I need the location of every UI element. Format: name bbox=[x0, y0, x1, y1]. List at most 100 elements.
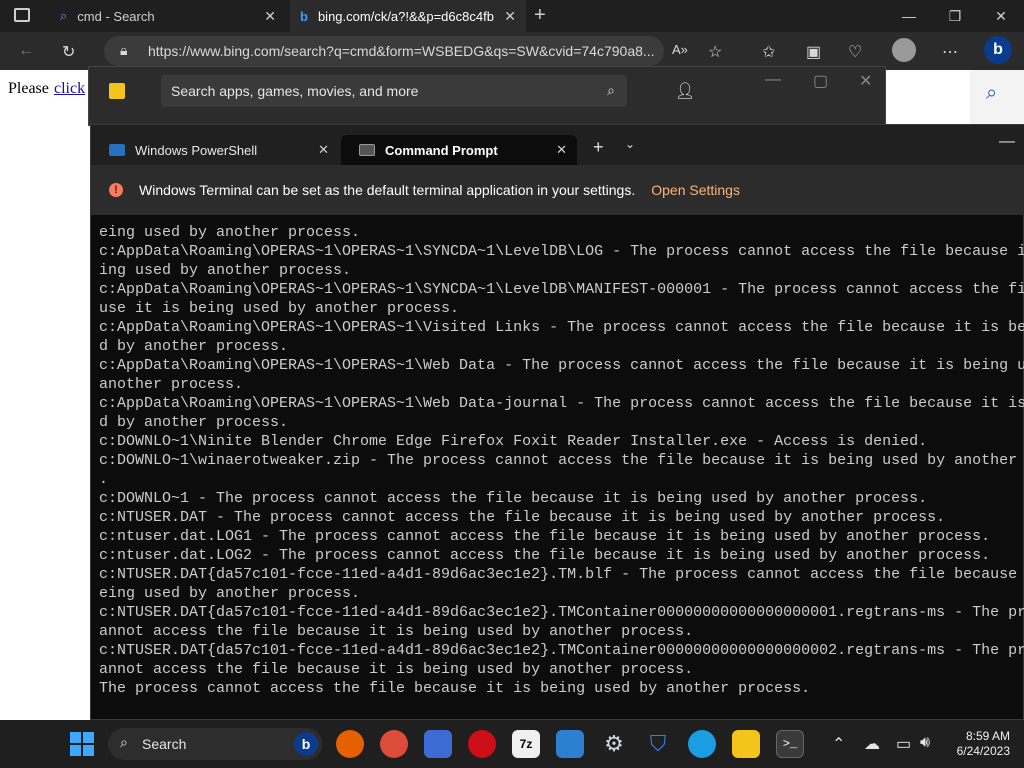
search-favicon-icon: ⌕ bbox=[60, 8, 68, 23]
terminal-line: . bbox=[99, 471, 109, 488]
page-text: Please bbox=[8, 80, 49, 97]
security-shield-icon[interactable]: ⛉ bbox=[644, 730, 672, 758]
panel-maximize-icon[interactable]: ▢ bbox=[813, 71, 828, 91]
browser-window-controls: — ❐ ✕ bbox=[886, 0, 1024, 32]
chrome-icon[interactable] bbox=[380, 730, 408, 758]
browser-tab-label: cmd - Search bbox=[77, 8, 155, 24]
blender-icon[interactable] bbox=[424, 730, 452, 758]
start-search-panel: Search apps, games, movies, and more ⌕ 👤… bbox=[88, 66, 886, 126]
terminal-app-icon[interactable]: >_ bbox=[776, 730, 804, 758]
panel-close-icon[interactable]: ✕ bbox=[859, 71, 872, 91]
more-options-icon[interactable]: ⋯ bbox=[942, 42, 958, 62]
clock-time: 8:59 AM bbox=[965, 729, 1010, 743]
opera-icon[interactable] bbox=[468, 730, 496, 758]
taskbar-search[interactable]: ⌕ Search b bbox=[108, 728, 322, 760]
browser-toolbar: ← ↻ 🔒︎ https://www.bing.com/search?q=cmd… bbox=[0, 32, 1024, 70]
close-tab-icon[interactable]: ✕ bbox=[556, 142, 567, 158]
account-icon[interactable]: 👤︎ bbox=[675, 81, 695, 101]
page-link[interactable]: click bbox=[54, 80, 85, 98]
terminal-line: ing used by another process. bbox=[99, 262, 352, 279]
read-aloud-icon[interactable]: A» bbox=[672, 42, 688, 57]
taskbar: ⌕ Search b 7z ⚙ ⛉ >_ ⌃ ☁ ▭ 🔊︎ 8:59 AM 6/… bbox=[0, 720, 1024, 768]
new-tab-icon[interactable]: + bbox=[593, 137, 604, 158]
performance-icon[interactable]: ♡ bbox=[848, 42, 862, 62]
profile-avatar[interactable] bbox=[892, 38, 916, 62]
minimize-icon[interactable]: — bbox=[886, 0, 932, 32]
firefox-icon[interactable] bbox=[336, 730, 364, 758]
bing-favicon-icon: b bbox=[300, 8, 308, 24]
terminal-line: eing used by another process. bbox=[99, 224, 361, 241]
powershell-icon bbox=[109, 144, 125, 156]
close-tab-icon[interactable]: ✕ bbox=[264, 8, 276, 25]
display-icon[interactable]: ▭ bbox=[896, 734, 911, 754]
terminal-line: c:AppData\Roaming\OPERAS~1\OPERAS~1\SYNC… bbox=[99, 281, 1024, 298]
favorite-star-icon[interactable]: ☆ bbox=[708, 42, 722, 62]
web-page-content: Please click bbox=[0, 70, 90, 720]
tab-windows-powershell[interactable]: Windows PowerShell ✕ bbox=[91, 135, 339, 165]
terminal-line: d by another process. bbox=[99, 414, 289, 431]
panel-minimize-icon[interactable]: — bbox=[765, 71, 781, 89]
browser-tab-search[interactable]: ⌕ cmd - Search ✕ bbox=[50, 0, 286, 32]
terminal-minimize-icon[interactable]: — bbox=[999, 133, 1015, 151]
terminal-line: c:DOWNLO~1\Ninite Blender Chrome Edge Fi… bbox=[99, 433, 928, 450]
terminal-line: c:AppData\Roaming\OPERAS~1\OPERAS~1\Visi… bbox=[99, 319, 1024, 336]
favorites-icon[interactable]: ✩ bbox=[762, 42, 775, 62]
terminal-line: use it is being used by another process. bbox=[99, 300, 460, 317]
terminal-line: c:AppData\Roaming\OPERAS~1\OPERAS~1\Web … bbox=[99, 395, 1024, 412]
taskbar-search-label: Search bbox=[142, 736, 187, 752]
refresh-icon[interactable]: ↻ bbox=[62, 42, 75, 62]
search-icon: ⌕ bbox=[607, 82, 615, 98]
volume-icon[interactable]: 🔊︎ bbox=[920, 734, 930, 752]
terminal-output[interactable]: eing used by another process. c:AppData\R… bbox=[99, 223, 1024, 713]
show-hidden-icons[interactable]: ⌃ bbox=[832, 734, 845, 754]
network-icon[interactable]: ☁ bbox=[864, 734, 880, 754]
new-tab-icon[interactable]: + bbox=[534, 4, 546, 27]
bing-chat-icon[interactable]: b bbox=[984, 36, 1012, 64]
start-button-icon[interactable] bbox=[70, 732, 94, 756]
terminal-line: c:NTUSER.DAT{da57c101-fcce-11ed-a4d1-89d… bbox=[99, 642, 1024, 659]
close-window-icon[interactable]: ✕ bbox=[978, 0, 1024, 32]
tab-actions-icon[interactable] bbox=[14, 8, 30, 22]
clock-date: 6/24/2023 bbox=[956, 744, 1010, 758]
store-app-icon bbox=[109, 83, 125, 99]
lock-icon: 🔒︎ bbox=[120, 42, 128, 58]
terminal-line: c:NTUSER.DAT - The process cannot access… bbox=[99, 509, 946, 526]
terminal-window: Windows PowerShell ✕ Command Prompt ✕ + … bbox=[90, 124, 1024, 720]
terminal-line: c:DOWNLO~1\winaerotweaker.zip - The proc… bbox=[99, 452, 1018, 469]
terminal-line: c:ntuser.dat.LOG2 - The process cannot a… bbox=[99, 547, 991, 564]
terminal-line: annot access the file because it is bein… bbox=[99, 661, 694, 678]
store-icon[interactable] bbox=[732, 730, 760, 758]
terminal-line: c:NTUSER.DAT{da57c101-fcce-11ed-a4d1-89d… bbox=[99, 604, 1024, 621]
search-sidebar-icon[interactable]: ⌕ bbox=[986, 82, 997, 105]
browser-tab-strip: ⌕ cmd - Search ✕ b bing.com/ck/a?!&&p=d6… bbox=[0, 0, 1024, 32]
info-message: Windows Terminal can be set as the defau… bbox=[139, 182, 636, 198]
back-icon[interactable]: ← bbox=[18, 42, 34, 60]
taskbar-clock[interactable]: 8:59 AM 6/24/2023 bbox=[957, 729, 1010, 759]
terminal-line: eing used by another process. bbox=[99, 585, 361, 602]
terminal-tab-label: Command Prompt bbox=[385, 142, 498, 158]
terminal-line: The process cannot access the file becau… bbox=[99, 680, 811, 697]
close-tab-icon[interactable]: ✕ bbox=[318, 142, 329, 158]
tab-dropdown-icon[interactable]: ⌄ bbox=[625, 137, 635, 151]
7zip-icon[interactable]: 7z bbox=[512, 730, 540, 758]
edge-icon[interactable] bbox=[688, 730, 716, 758]
terminal-line: c:DOWNLO~1 - The process cannot access t… bbox=[99, 490, 928, 507]
settings-gear-icon[interactable]: ⚙ bbox=[600, 730, 628, 758]
search-icon: ⌕ bbox=[120, 734, 128, 750]
tab-command-prompt[interactable]: Command Prompt ✕ bbox=[341, 135, 577, 165]
winaero-tweaker-icon[interactable] bbox=[556, 730, 584, 758]
address-bar[interactable]: 🔒︎ https://www.bing.com/search?q=cmd&for… bbox=[104, 36, 664, 66]
collections-icon[interactable]: ▣ bbox=[806, 42, 821, 62]
terminal-line: d by another process. bbox=[99, 338, 289, 355]
terminal-line: c:AppData\Roaming\OPERAS~1\OPERAS~1\Web … bbox=[99, 357, 1024, 374]
start-search-input[interactable]: Search apps, games, movies, and more ⌕ bbox=[161, 75, 627, 107]
info-icon: ! bbox=[109, 183, 123, 197]
url-text: https://www.bing.com/search?q=cmd&form=W… bbox=[148, 43, 655, 59]
open-settings-link[interactable]: Open Settings bbox=[651, 182, 740, 198]
restore-icon[interactable]: ❐ bbox=[932, 0, 978, 32]
terminal-line: another process. bbox=[99, 376, 244, 393]
terminal-tab-label: Windows PowerShell bbox=[135, 142, 258, 158]
browser-tab-bing[interactable]: b bing.com/ck/a?!&&p=d6c8c4fb ✕ bbox=[290, 0, 526, 32]
close-tab-icon[interactable]: ✕ bbox=[504, 8, 516, 25]
start-search-placeholder: Search apps, games, movies, and more bbox=[171, 83, 419, 99]
